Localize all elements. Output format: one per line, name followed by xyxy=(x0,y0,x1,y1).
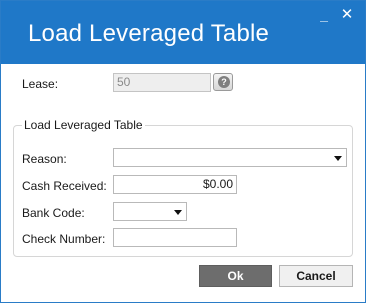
cash-received-input[interactable]: $0.00 xyxy=(113,175,237,194)
load-leveraged-table-dialog: Load Leveraged Table _ ✕ Lease: 50 ? Loa… xyxy=(0,0,366,303)
group-title: Load Leveraged Table xyxy=(22,118,145,132)
bank-code-label: Bank Code: xyxy=(22,206,85,220)
check-number-input[interactable] xyxy=(113,228,237,247)
cancel-button[interactable]: Cancel xyxy=(279,265,353,287)
lease-label: Lease: xyxy=(22,77,59,91)
reason-chevron-down-icon[interactable] xyxy=(334,156,342,161)
cash-received-label: Cash Received: xyxy=(22,179,107,193)
dialog-title: Load Leveraged Table xyxy=(28,20,270,47)
check-number-label: Check Number: xyxy=(22,232,106,246)
reason-label: Reason: xyxy=(22,152,67,166)
bank-code-chevron-down-icon[interactable] xyxy=(174,210,182,215)
minimize-icon[interactable]: _ xyxy=(314,5,334,25)
close-icon[interactable]: ✕ xyxy=(337,5,357,25)
lease-help-button[interactable]: ? xyxy=(213,73,233,91)
reason-dropdown[interactable] xyxy=(113,148,347,167)
title-bar: Load Leveraged Table _ ✕ xyxy=(1,1,365,64)
ok-button[interactable]: Ok xyxy=(199,265,272,287)
lease-field: 50 xyxy=(113,73,211,92)
help-icon: ? xyxy=(218,76,230,88)
